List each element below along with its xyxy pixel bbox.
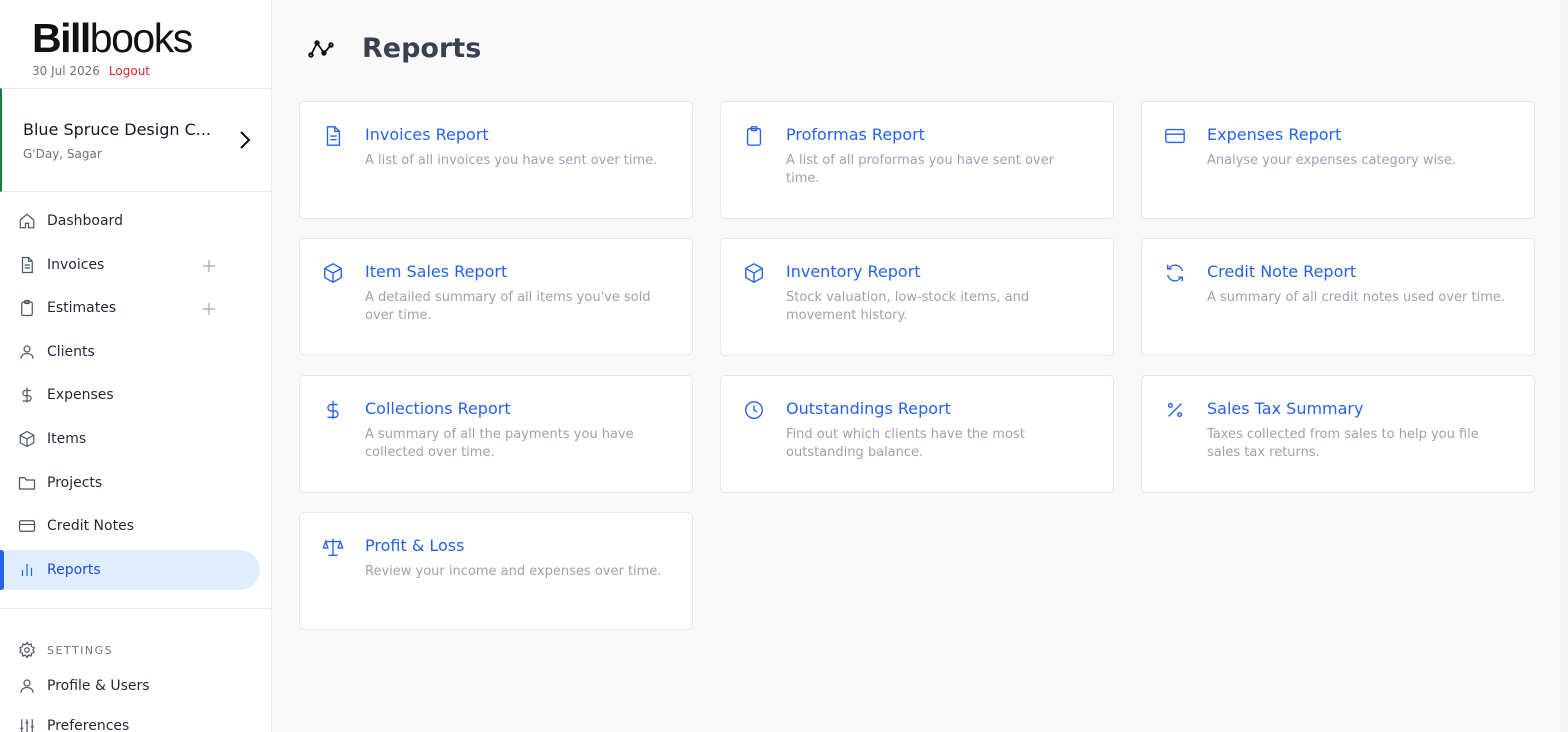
nav-label: Items — [47, 430, 87, 447]
report-card-expenses[interactable]: Expenses Report Analyse your expenses ca… — [1141, 101, 1535, 219]
nav-estimates[interactable]: Estimates — [0, 288, 271, 328]
line-chart-icon — [308, 35, 336, 63]
report-title: Expenses Report — [1207, 125, 1342, 144]
brand: Billbooks 30 Jul 2026 Logout — [32, 16, 193, 78]
nav-label: Dashboard — [47, 213, 123, 229]
box-icon — [322, 262, 344, 284]
scrollbar[interactable] — [1560, 0, 1568, 732]
report-description: A list of all invoices you have sent ove… — [365, 153, 658, 168]
report-description: A detailed summary of all items you've s… — [365, 290, 651, 323]
report-card-item-sales[interactable]: Item Sales Report A detailed summary of … — [299, 238, 693, 356]
settings-nav: Profile & Users Preferences — [0, 666, 271, 732]
nav-label: Profile & Users — [47, 678, 150, 694]
report-description: Analyse your expenses category wise. — [1207, 153, 1457, 168]
logout-link[interactable]: Logout — [109, 64, 150, 78]
bar-chart-icon — [18, 561, 36, 579]
document-icon — [322, 125, 344, 147]
clipboard-icon — [743, 125, 765, 147]
nav-projects[interactable]: Projects — [0, 463, 271, 503]
nav-clients[interactable]: Clients — [0, 332, 271, 372]
box-icon — [18, 430, 36, 448]
home-icon — [18, 212, 36, 230]
report-card-outstandings[interactable]: Outstandings Report Find out which clien… — [720, 375, 1114, 493]
report-description: Stock valuation, low-stock items, and mo… — [786, 290, 1030, 323]
refresh-icon — [1164, 262, 1186, 284]
sidebar-divider — [0, 608, 271, 609]
clock-icon — [743, 399, 765, 421]
report-description: A summary of all credit notes used over … — [1207, 290, 1505, 305]
nav-dashboard[interactable]: Dashboard — [0, 201, 271, 241]
add-estimate-icon[interactable] — [202, 301, 216, 316]
add-invoice-icon[interactable] — [202, 258, 216, 272]
report-card-proformas[interactable]: Proformas Report A list of all proformas… — [720, 101, 1114, 219]
nav-label: Clients — [47, 343, 95, 360]
nav-label: Expenses — [47, 387, 114, 404]
report-title: Credit Note Report — [1207, 262, 1357, 281]
report-title: Item Sales Report — [365, 262, 508, 281]
settings-label: SETTINGS — [47, 643, 114, 657]
folder-icon — [18, 474, 36, 492]
report-description: A summary of all the payments you have c… — [365, 427, 634, 460]
report-card-invoices[interactable]: Invoices Report A list of all invoices y… — [299, 101, 693, 219]
page-header: Reports — [308, 33, 481, 64]
nav-label: Preferences — [47, 718, 130, 732]
report-card-collections[interactable]: Collections Report A summary of all the … — [299, 375, 693, 493]
nav-label: Invoices — [47, 256, 105, 273]
report-title: Proformas Report — [786, 125, 925, 144]
nav-items[interactable]: Items — [0, 419, 271, 459]
nav-label: Estimates — [47, 300, 117, 317]
sidebar: Billbooks 30 Jul 2026 Logout Blue Spruce… — [0, 0, 272, 732]
credit-card-icon — [1164, 125, 1186, 147]
report-title: Profit & Loss — [365, 536, 465, 555]
chevron-right-icon — [236, 129, 254, 151]
report-description: Find out which clients have the most out… — [786, 427, 1025, 460]
nav-label: Reports — [47, 561, 101, 578]
main-content: Reports Invoices Report A list of all in… — [272, 0, 1568, 732]
nav-label: Projects — [47, 474, 103, 491]
report-title: Collections Report — [365, 399, 511, 418]
dollar-icon — [322, 399, 344, 421]
percent-icon — [1164, 399, 1186, 421]
billbooks-logo[interactable]: Billbooks — [32, 16, 193, 60]
report-card-credit-note[interactable]: Credit Note Report A summary of all cred… — [1141, 238, 1535, 356]
clipboard-icon — [18, 299, 36, 317]
page-title: Reports — [362, 33, 482, 64]
gear-icon — [18, 641, 36, 659]
report-card-sales-tax[interactable]: Sales Tax Summary Taxes collected from s… — [1141, 375, 1535, 493]
date-row: 30 Jul 2026 Logout — [32, 64, 192, 78]
credit-card-icon — [18, 517, 36, 535]
report-description: Review your income and expenses over tim… — [365, 564, 662, 579]
user-icon — [18, 343, 36, 361]
report-card-inventory[interactable]: Inventory Report Stock valuation, low-st… — [720, 238, 1114, 356]
nav-reports[interactable]: Reports — [0, 549, 260, 590]
report-title: Invoices Report — [365, 125, 489, 144]
settings-heading: SETTINGS — [18, 641, 113, 659]
greeting: G'Day, Sagar — [23, 147, 102, 161]
report-description: Taxes collected from sales to help you f… — [1207, 427, 1479, 460]
dollar-icon — [18, 386, 36, 404]
scale-icon — [322, 536, 344, 558]
report-title: Inventory Report — [786, 262, 921, 281]
nav-preferences[interactable]: Preferences — [0, 706, 271, 732]
document-icon — [18, 256, 36, 274]
box-icon — [743, 262, 765, 284]
main-nav: Dashboard Invoices Estimates Clients Exp… — [0, 201, 271, 593]
company-switcher[interactable]: Blue Spruce Design C... G'Day, Sagar — [0, 88, 271, 192]
report-description: A list of all proformas you have sent ov… — [786, 153, 1054, 186]
nav-expenses[interactable]: Expenses — [0, 375, 271, 415]
report-title: Sales Tax Summary — [1207, 399, 1364, 418]
report-card-profit-loss[interactable]: Profit & Loss Review your income and exp… — [299, 512, 693, 630]
current-date: 30 Jul 2026 — [32, 64, 100, 78]
sliders-icon — [18, 717, 36, 732]
nav-profile-users[interactable]: Profile & Users — [0, 666, 271, 706]
nav-invoices[interactable]: Invoices — [0, 245, 271, 285]
user-icon — [18, 677, 36, 695]
nav-label: Credit Notes — [47, 518, 134, 535]
report-title: Outstandings Report — [786, 399, 951, 418]
company-name: Blue Spruce Design C... — [23, 120, 212, 139]
nav-credit-notes[interactable]: Credit Notes — [0, 506, 271, 546]
